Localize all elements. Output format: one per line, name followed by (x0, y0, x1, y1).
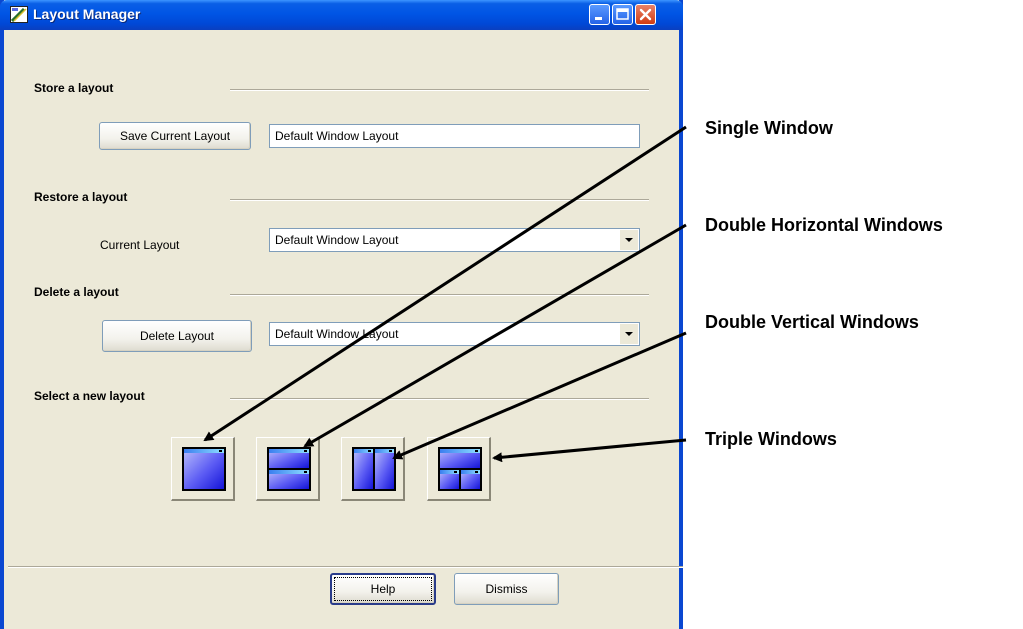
arrow-triple-windows (492, 438, 687, 463)
arrow-single-window (203, 125, 687, 442)
arrow-double-horizontal (303, 223, 687, 448)
annotation-arrows (203, 125, 687, 463)
arrow-double-vertical (392, 331, 687, 460)
